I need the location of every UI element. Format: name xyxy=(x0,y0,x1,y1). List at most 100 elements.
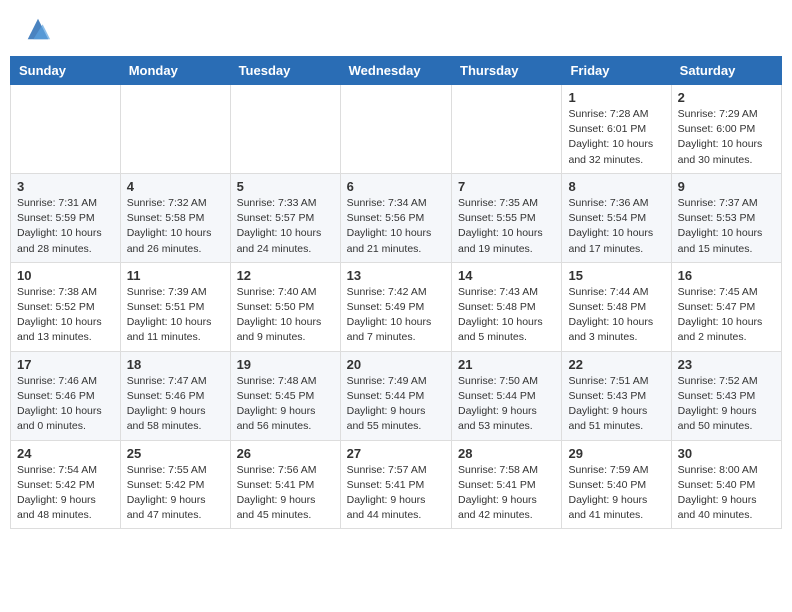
day-number: 15 xyxy=(568,268,664,283)
day-info: Sunrise: 7:31 AM Sunset: 5:59 PM Dayligh… xyxy=(17,196,114,257)
day-number: 18 xyxy=(127,357,224,372)
day-number: 2 xyxy=(678,90,775,105)
calendar-table: SundayMondayTuesdayWednesdayThursdayFrid… xyxy=(10,56,782,529)
day-info: Sunrise: 7:34 AM Sunset: 5:56 PM Dayligh… xyxy=(347,196,445,257)
calendar-header-row: SundayMondayTuesdayWednesdayThursdayFrid… xyxy=(11,57,782,85)
calendar-cell: 10 Sunrise: 7:38 AM Sunset: 5:52 PM Dayli… xyxy=(11,262,121,351)
calendar-cell: 13 Sunrise: 7:42 AM Sunset: 5:49 PM Dayli… xyxy=(340,262,451,351)
calendar-cell: 2 Sunrise: 7:29 AM Sunset: 6:00 PM Daylig… xyxy=(671,85,781,174)
calendar-cell: 16 Sunrise: 7:45 AM Sunset: 5:47 PM Dayli… xyxy=(671,262,781,351)
calendar-week-row: 24 Sunrise: 7:54 AM Sunset: 5:42 PM Dayli… xyxy=(11,440,782,529)
day-info: Sunrise: 7:45 AM Sunset: 5:47 PM Dayligh… xyxy=(678,285,775,346)
calendar-cell: 26 Sunrise: 7:56 AM Sunset: 5:41 PM Dayli… xyxy=(230,440,340,529)
day-info: Sunrise: 7:28 AM Sunset: 6:01 PM Dayligh… xyxy=(568,107,664,168)
day-number: 7 xyxy=(458,179,555,194)
day-number: 10 xyxy=(17,268,114,283)
calendar-week-row: 3 Sunrise: 7:31 AM Sunset: 5:59 PM Daylig… xyxy=(11,173,782,262)
day-info: Sunrise: 7:47 AM Sunset: 5:46 PM Dayligh… xyxy=(127,374,224,435)
header-day-friday: Friday xyxy=(562,57,671,85)
day-info: Sunrise: 7:42 AM Sunset: 5:49 PM Dayligh… xyxy=(347,285,445,346)
day-number: 9 xyxy=(678,179,775,194)
header-day-wednesday: Wednesday xyxy=(340,57,451,85)
calendar-cell: 7 Sunrise: 7:35 AM Sunset: 5:55 PM Daylig… xyxy=(452,173,562,262)
calendar-cell: 12 Sunrise: 7:40 AM Sunset: 5:50 PM Dayli… xyxy=(230,262,340,351)
calendar-cell: 29 Sunrise: 7:59 AM Sunset: 5:40 PM Dayli… xyxy=(562,440,671,529)
day-number: 25 xyxy=(127,446,224,461)
day-number: 23 xyxy=(678,357,775,372)
calendar-cell: 27 Sunrise: 7:57 AM Sunset: 5:41 PM Dayli… xyxy=(340,440,451,529)
day-number: 14 xyxy=(458,268,555,283)
calendar-cell: 17 Sunrise: 7:46 AM Sunset: 5:46 PM Dayli… xyxy=(11,351,121,440)
day-number: 5 xyxy=(237,179,334,194)
day-number: 21 xyxy=(458,357,555,372)
day-info: Sunrise: 7:44 AM Sunset: 5:48 PM Dayligh… xyxy=(568,285,664,346)
calendar-cell: 15 Sunrise: 7:44 AM Sunset: 5:48 PM Dayli… xyxy=(562,262,671,351)
day-number: 29 xyxy=(568,446,664,461)
day-info: Sunrise: 7:29 AM Sunset: 6:00 PM Dayligh… xyxy=(678,107,775,168)
calendar-week-row: 17 Sunrise: 7:46 AM Sunset: 5:46 PM Dayli… xyxy=(11,351,782,440)
day-number: 20 xyxy=(347,357,445,372)
day-info: Sunrise: 7:50 AM Sunset: 5:44 PM Dayligh… xyxy=(458,374,555,435)
calendar-cell: 30 Sunrise: 8:00 AM Sunset: 5:40 PM Dayli… xyxy=(671,440,781,529)
day-info: Sunrise: 7:33 AM Sunset: 5:57 PM Dayligh… xyxy=(237,196,334,257)
calendar-cell: 22Sunrise: 7:51 AM Sunset: 5:43 PM Dayli… xyxy=(562,351,671,440)
day-info: Sunrise: 7:55 AM Sunset: 5:42 PM Dayligh… xyxy=(127,463,224,524)
logo-icon xyxy=(24,15,52,43)
day-number: 26 xyxy=(237,446,334,461)
day-number: 17 xyxy=(17,357,114,372)
calendar-cell: 8 Sunrise: 7:36 AM Sunset: 5:54 PM Daylig… xyxy=(562,173,671,262)
calendar-cell: 23Sunrise: 7:52 AM Sunset: 5:43 PM Dayli… xyxy=(671,351,781,440)
calendar-cell: 19 Sunrise: 7:48 AM Sunset: 5:45 PM Dayli… xyxy=(230,351,340,440)
calendar-cell: 14 Sunrise: 7:43 AM Sunset: 5:48 PM Dayli… xyxy=(452,262,562,351)
day-info: Sunrise: 7:40 AM Sunset: 5:50 PM Dayligh… xyxy=(237,285,334,346)
day-number: 27 xyxy=(347,446,445,461)
page-header xyxy=(10,10,782,48)
header-day-thursday: Thursday xyxy=(452,57,562,85)
day-info: Sunrise: 7:46 AM Sunset: 5:46 PM Dayligh… xyxy=(17,374,114,435)
calendar-cell: 28 Sunrise: 7:58 AM Sunset: 5:41 PM Dayli… xyxy=(452,440,562,529)
day-number: 1 xyxy=(568,90,664,105)
calendar-cell xyxy=(340,85,451,174)
day-number: 12 xyxy=(237,268,334,283)
day-number: 19 xyxy=(237,357,334,372)
day-info: Sunrise: 7:59 AM Sunset: 5:40 PM Dayligh… xyxy=(568,463,664,524)
day-info: Sunrise: 7:57 AM Sunset: 5:41 PM Dayligh… xyxy=(347,463,445,524)
day-number: 28 xyxy=(458,446,555,461)
day-info: Sunrise: 7:36 AM Sunset: 5:54 PM Dayligh… xyxy=(568,196,664,257)
calendar-week-row: 1 Sunrise: 7:28 AM Sunset: 6:01 PM Daylig… xyxy=(11,85,782,174)
day-number: 3 xyxy=(17,179,114,194)
day-number: 24 xyxy=(17,446,114,461)
header-day-sunday: Sunday xyxy=(11,57,121,85)
day-info: Sunrise: 7:38 AM Sunset: 5:52 PM Dayligh… xyxy=(17,285,114,346)
calendar-cell: 11Sunrise: 7:39 AM Sunset: 5:51 PM Dayli… xyxy=(120,262,230,351)
calendar-cell: 20 Sunrise: 7:49 AM Sunset: 5:44 PM Dayli… xyxy=(340,351,451,440)
day-number: 22 xyxy=(568,357,664,372)
calendar-cell xyxy=(11,85,121,174)
calendar-cell: 4 Sunrise: 7:32 AM Sunset: 5:58 PM Daylig… xyxy=(120,173,230,262)
day-info: Sunrise: 7:35 AM Sunset: 5:55 PM Dayligh… xyxy=(458,196,555,257)
day-info: Sunrise: 8:00 AM Sunset: 5:40 PM Dayligh… xyxy=(678,463,775,524)
calendar-cell xyxy=(230,85,340,174)
day-number: 30 xyxy=(678,446,775,461)
day-info: Sunrise: 7:48 AM Sunset: 5:45 PM Dayligh… xyxy=(237,374,334,435)
header-day-tuesday: Tuesday xyxy=(230,57,340,85)
day-info: Sunrise: 7:32 AM Sunset: 5:58 PM Dayligh… xyxy=(127,196,224,257)
day-number: 13 xyxy=(347,268,445,283)
calendar-cell: 5 Sunrise: 7:33 AM Sunset: 5:57 PM Daylig… xyxy=(230,173,340,262)
day-info: Sunrise: 7:54 AM Sunset: 5:42 PM Dayligh… xyxy=(17,463,114,524)
day-info: Sunrise: 7:43 AM Sunset: 5:48 PM Dayligh… xyxy=(458,285,555,346)
calendar-cell xyxy=(120,85,230,174)
calendar-week-row: 10 Sunrise: 7:38 AM Sunset: 5:52 PM Dayli… xyxy=(11,262,782,351)
calendar-cell: 18 Sunrise: 7:47 AM Sunset: 5:46 PM Dayli… xyxy=(120,351,230,440)
calendar-cell: 9Sunrise: 7:37 AM Sunset: 5:53 PM Daylig… xyxy=(671,173,781,262)
day-number: 8 xyxy=(568,179,664,194)
day-info: Sunrise: 7:49 AM Sunset: 5:44 PM Dayligh… xyxy=(347,374,445,435)
day-number: 4 xyxy=(127,179,224,194)
logo xyxy=(20,15,52,43)
calendar-cell: 1 Sunrise: 7:28 AM Sunset: 6:01 PM Daylig… xyxy=(562,85,671,174)
day-number: 6 xyxy=(347,179,445,194)
day-number: 16 xyxy=(678,268,775,283)
day-info: Sunrise: 7:56 AM Sunset: 5:41 PM Dayligh… xyxy=(237,463,334,524)
calendar-cell: 6 Sunrise: 7:34 AM Sunset: 5:56 PM Daylig… xyxy=(340,173,451,262)
day-info: Sunrise: 7:58 AM Sunset: 5:41 PM Dayligh… xyxy=(458,463,555,524)
